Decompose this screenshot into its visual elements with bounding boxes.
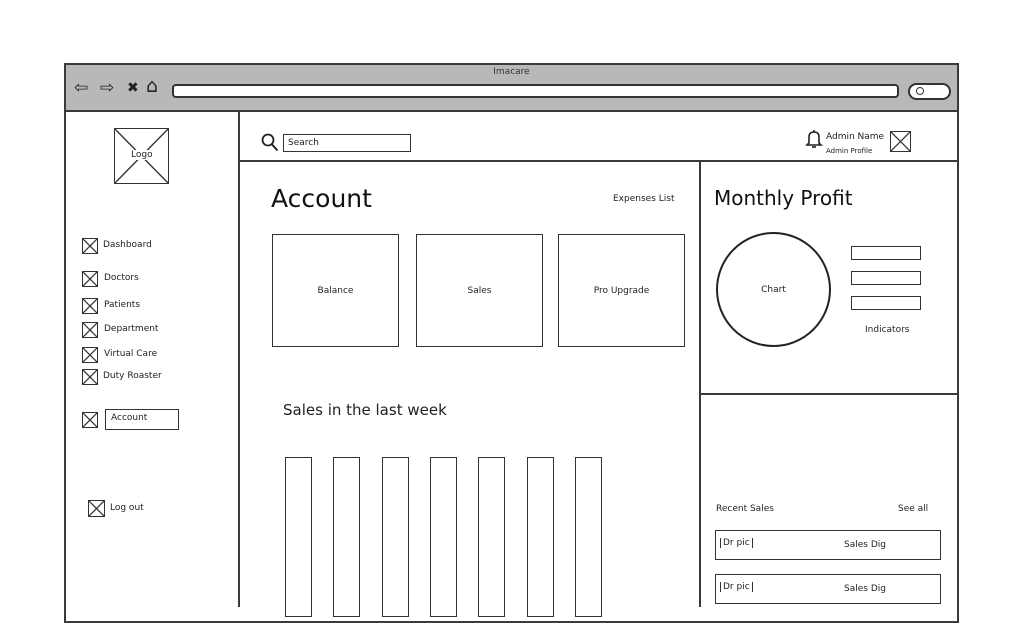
sidebar-item-dashboard[interactable]: Dashboard bbox=[82, 238, 232, 254]
duty-roaster-icon bbox=[82, 369, 98, 385]
logout-label: Log out bbox=[110, 503, 144, 513]
bell-icon[interactable] bbox=[805, 129, 823, 149]
admin-name: Admin Name bbox=[826, 132, 885, 142]
content-divider bbox=[699, 160, 701, 607]
card-label: Pro Upgrade bbox=[593, 285, 650, 296]
sidebar-item-patients[interactable]: Patients bbox=[82, 298, 232, 314]
sidebar-item-virtual-care[interactable]: Virtual Care bbox=[82, 347, 232, 363]
patients-icon bbox=[82, 298, 98, 314]
sidebar-item-doctors[interactable]: Doctors bbox=[82, 271, 232, 287]
dashboard-icon bbox=[82, 238, 98, 254]
sidebar-item-label: Virtual Care bbox=[104, 349, 158, 359]
sidebar-item-account[interactable]: Account bbox=[82, 409, 232, 431]
avatar[interactable] bbox=[890, 131, 911, 152]
sidebar-item-label: Account bbox=[111, 413, 148, 423]
logo: Logo bbox=[114, 128, 169, 184]
pro-upgrade-card[interactable]: Pro Upgrade bbox=[558, 234, 685, 347]
sales-bar bbox=[333, 457, 360, 617]
doctor-pic: Dr pic bbox=[720, 582, 753, 592]
sales-bar bbox=[430, 457, 457, 617]
sidebar-item-label: Department bbox=[104, 324, 159, 334]
sales-bar bbox=[575, 457, 602, 617]
sales-bar bbox=[478, 457, 505, 617]
sidebar-divider bbox=[238, 112, 240, 607]
close-icon[interactable]: ✖ bbox=[127, 78, 139, 98]
window-title: Imacare bbox=[493, 67, 530, 77]
sidebar-item-department[interactable]: Department bbox=[82, 322, 232, 338]
virtual-care-icon bbox=[82, 347, 98, 363]
indicator-bar bbox=[851, 296, 921, 310]
sales-card[interactable]: Sales bbox=[416, 234, 543, 347]
header-divider bbox=[238, 160, 957, 162]
profit-chart: Chart bbox=[716, 232, 831, 347]
address-bar[interactable] bbox=[172, 84, 899, 98]
sidebar-item-label: Doctors bbox=[104, 273, 139, 283]
indicator-bar bbox=[851, 246, 921, 260]
list-item[interactable]: Dr pic Sales Dig bbox=[715, 530, 941, 560]
sales-week-title: Sales in the last week bbox=[283, 401, 447, 419]
card-label: Balance bbox=[317, 285, 354, 296]
balance-card[interactable]: Balance bbox=[272, 234, 399, 347]
forward-arrow-icon[interactable]: ⇨ bbox=[100, 78, 114, 98]
sales-dig-label: Sales Dig bbox=[844, 540, 886, 550]
sales-bar bbox=[527, 457, 554, 617]
search-input[interactable]: Search bbox=[283, 134, 411, 152]
search-icon bbox=[916, 87, 924, 95]
sidebar-item-label: Duty Roaster bbox=[103, 371, 162, 381]
home-icon[interactable]: ⌂ bbox=[146, 76, 158, 96]
indicators-label: Indicators bbox=[865, 325, 910, 335]
expenses-list-link[interactable]: Expenses List bbox=[613, 194, 674, 204]
sales-bar bbox=[382, 457, 409, 617]
account-icon bbox=[82, 412, 98, 428]
see-all-link[interactable]: See all bbox=[898, 504, 928, 514]
browser-search-button[interactable] bbox=[908, 83, 951, 100]
list-item[interactable]: Dr pic Sales Dig bbox=[715, 574, 941, 604]
card-label: Sales bbox=[467, 285, 492, 296]
sidebar-item-label: Patients bbox=[104, 300, 141, 310]
chart-label: Chart bbox=[761, 284, 786, 295]
doctors-icon bbox=[82, 271, 98, 287]
logout-button[interactable]: Log out bbox=[88, 500, 208, 518]
indicator-bar bbox=[851, 271, 921, 285]
logout-icon bbox=[88, 500, 105, 517]
department-icon bbox=[82, 322, 98, 338]
sales-dig-label: Sales Dig bbox=[844, 584, 886, 594]
monthly-profit-title: Monthly Profit bbox=[714, 186, 853, 210]
sales-bar bbox=[285, 457, 312, 617]
back-arrow-icon[interactable]: ⇦ bbox=[74, 78, 88, 98]
recent-sales-title: Recent Sales bbox=[716, 504, 774, 514]
page-title: Account bbox=[271, 184, 372, 213]
logo-label: Logo bbox=[129, 150, 155, 160]
search-icon[interactable] bbox=[261, 133, 279, 153]
sidebar-item-label: Dashboard bbox=[103, 240, 152, 250]
doctor-pic: Dr pic bbox=[720, 538, 753, 548]
right-panel-divider bbox=[699, 393, 957, 395]
admin-profile[interactable]: Admin Profile bbox=[826, 147, 872, 155]
sidebar-item-duty-roaster[interactable]: Duty Roaster bbox=[82, 369, 232, 385]
